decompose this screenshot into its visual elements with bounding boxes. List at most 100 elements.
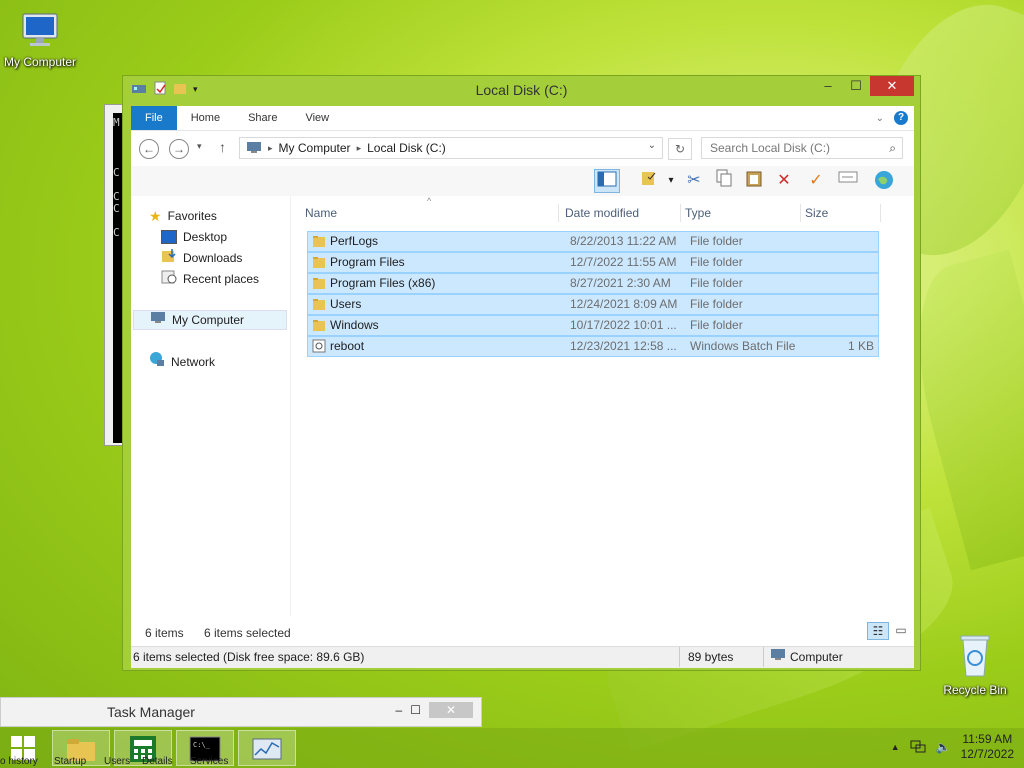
folder-icon	[312, 297, 326, 317]
column-header-size[interactable]: Size	[801, 204, 881, 222]
address-field[interactable]: ▸ My Computer ▸ Local Disk (C:) ⌄ ↻	[239, 137, 692, 160]
file-row[interactable]: reboot 12/23/2021 12:58 ... Windows Batc…	[307, 336, 879, 357]
nav-recent-places[interactable]: Recent places	[161, 269, 259, 289]
tm-tab-startup[interactable]: Startup	[54, 756, 86, 767]
tm-tab-history[interactable]: o history	[0, 756, 38, 767]
file-row[interactable]: Users 12/24/2021 8:09 AM File folder	[307, 294, 879, 315]
file-type: Windows Batch File	[690, 339, 796, 353]
nav-desktop[interactable]: Desktop	[161, 227, 227, 247]
chevron-down-icon[interactable]: ⌄	[648, 140, 656, 151]
column-header-type[interactable]: Type	[681, 204, 801, 222]
taskbar: C:\_ o history Startup Users Details Ser…	[0, 728, 1024, 768]
preview-pane-button[interactable]	[594, 169, 620, 193]
details-footer: 6 items 6 items selected ☷ ▭	[131, 616, 914, 646]
up-button[interactable]: ↑	[219, 139, 226, 155]
file-list: ^ Name Date modified Type Size PerfLogs …	[301, 196, 907, 616]
nav-downloads[interactable]: Downloads	[161, 248, 242, 268]
batch-file-icon	[312, 339, 326, 359]
tab-home[interactable]: Home	[177, 106, 234, 130]
cut-icon[interactable]: ✂	[681, 169, 707, 193]
tab-file[interactable]: File	[131, 106, 177, 130]
large-icons-view-button[interactable]: ▭	[891, 622, 911, 640]
file-name: Windows	[330, 318, 379, 332]
tm-tab-services[interactable]: Services	[190, 756, 228, 767]
item-count: 6 items	[145, 626, 184, 640]
file-type: File folder	[690, 276, 743, 290]
tm-tab-details[interactable]: Details	[142, 756, 173, 767]
nav-label: Favorites	[167, 209, 217, 223]
refresh-button[interactable]: ↻	[668, 138, 692, 160]
tm-tab-users[interactable]: Users	[104, 756, 130, 767]
back-button[interactable]: ←	[139, 139, 159, 159]
rename-check-icon[interactable]: ✓	[803, 169, 829, 193]
search-input[interactable]: Search Local Disk (C:) ⌕	[701, 137, 903, 159]
desktop-icon-recycle-bin[interactable]: Recycle Bin	[935, 630, 1015, 697]
column-header-name[interactable]: Name	[301, 204, 559, 222]
nav-label: Recent places	[183, 272, 260, 286]
recent-locations-icon[interactable]: ▾	[197, 141, 202, 152]
nav-favorites[interactable]: ★ Favorites	[149, 206, 217, 226]
file-row[interactable]: Program Files 12/7/2022 11:55 AM File fo…	[307, 252, 879, 273]
breadcrumb-local-disk[interactable]: Local Disk (C:)	[367, 141, 446, 155]
file-type: File folder	[690, 297, 743, 311]
copy-icon[interactable]	[711, 169, 737, 193]
svg-text:C:\_: C:\_	[193, 741, 211, 749]
ribbon-tabs: File Home Share View ⌄ ?	[131, 106, 914, 130]
paste-icon[interactable]	[741, 169, 767, 193]
desktop-icon	[161, 230, 177, 244]
minimize-button[interactable]: –	[396, 703, 403, 717]
status-bytes: 89 bytes	[679, 647, 733, 667]
window-controls: – ☐ ✕	[814, 76, 914, 96]
minimize-button[interactable]: –	[814, 76, 842, 96]
title-bar[interactable]: ▾ Local Disk (C:) – ☐ ✕	[123, 76, 920, 104]
file-row[interactable]: Program Files (x86) 8/27/2021 2:30 AM Fi…	[307, 273, 879, 294]
help-icon[interactable]: ?	[894, 111, 908, 125]
show-hidden-icons-icon[interactable]: ▲	[891, 742, 900, 752]
expand-ribbon-icon[interactable]: ⌄	[876, 113, 884, 124]
column-header-date[interactable]: Date modified	[561, 204, 681, 222]
file-row[interactable]: PerfLogs 8/22/2013 11:22 AM File folder	[307, 231, 879, 252]
maximize-button[interactable]: ☐	[410, 703, 421, 717]
file-row[interactable]: Windows 10/17/2022 10:01 ... File folder	[307, 315, 879, 336]
file-type: File folder	[690, 255, 743, 269]
file-date: 12/7/2022 11:55 AM	[570, 255, 677, 269]
clock-date: 12/7/2022	[960, 747, 1014, 761]
tab-view[interactable]: View	[291, 106, 343, 130]
nav-network[interactable]: Network	[149, 352, 215, 372]
task-manager-window[interactable]: Task Manager – ☐ ✕	[0, 697, 482, 727]
folder-icon	[312, 234, 326, 254]
file-name: PerfLogs	[330, 234, 379, 248]
explorer-window[interactable]: ▾ Local Disk (C:) – ☐ ✕ File Home Share …	[122, 75, 921, 671]
globe-icon[interactable]	[871, 169, 897, 193]
maximize-button[interactable]: ☐	[842, 76, 870, 96]
desktop-icon-label: My Computer	[3, 55, 77, 69]
taskbar-task-manager[interactable]	[238, 730, 296, 766]
folder-icon	[312, 318, 326, 338]
search-icon[interactable]: ⌕	[889, 138, 896, 158]
command-toolbar: ▾ ✂ ✕ ✓	[131, 166, 914, 196]
file-name: reboot	[330, 339, 365, 353]
clock[interactable]: 11:59 AM 12/7/2022	[961, 732, 1014, 762]
nav-my-computer[interactable]: My Computer	[133, 310, 287, 330]
details-view-button[interactable]: ☷	[867, 622, 889, 640]
volume-icon[interactable]: 🔈	[936, 740, 951, 754]
computer-icon	[770, 647, 786, 667]
file-date: 8/27/2021 2:30 AM	[570, 276, 671, 290]
forward-button[interactable]: →	[169, 139, 189, 159]
breadcrumb-separator-icon: ▸	[268, 142, 273, 153]
rename-icon[interactable]	[835, 169, 861, 193]
tab-share[interactable]: Share	[234, 106, 291, 130]
breadcrumb-separator-icon: ▸	[356, 142, 362, 153]
network-status-icon[interactable]	[910, 739, 926, 756]
nav-label: Desktop	[183, 230, 228, 244]
system-tray: ▲ 🔈 11:59 AM 12/7/2022	[891, 732, 1014, 762]
breadcrumb-my-computer[interactable]: My Computer	[279, 141, 351, 155]
close-button[interactable]: ✕	[870, 76, 914, 96]
close-button[interactable]: ✕	[429, 702, 473, 718]
navigation-pane: ★ Favorites Desktop Downloads Recent pla…	[131, 196, 291, 616]
desktop-icon-my-computer[interactable]: My Computer	[0, 10, 80, 69]
status-bar: 6 items selected (Disk free space: 89.6 …	[131, 646, 914, 668]
file-date: 10/17/2022 10:01 ...	[570, 318, 677, 332]
delete-icon[interactable]: ✕	[771, 169, 797, 193]
folder-icon	[312, 276, 326, 296]
